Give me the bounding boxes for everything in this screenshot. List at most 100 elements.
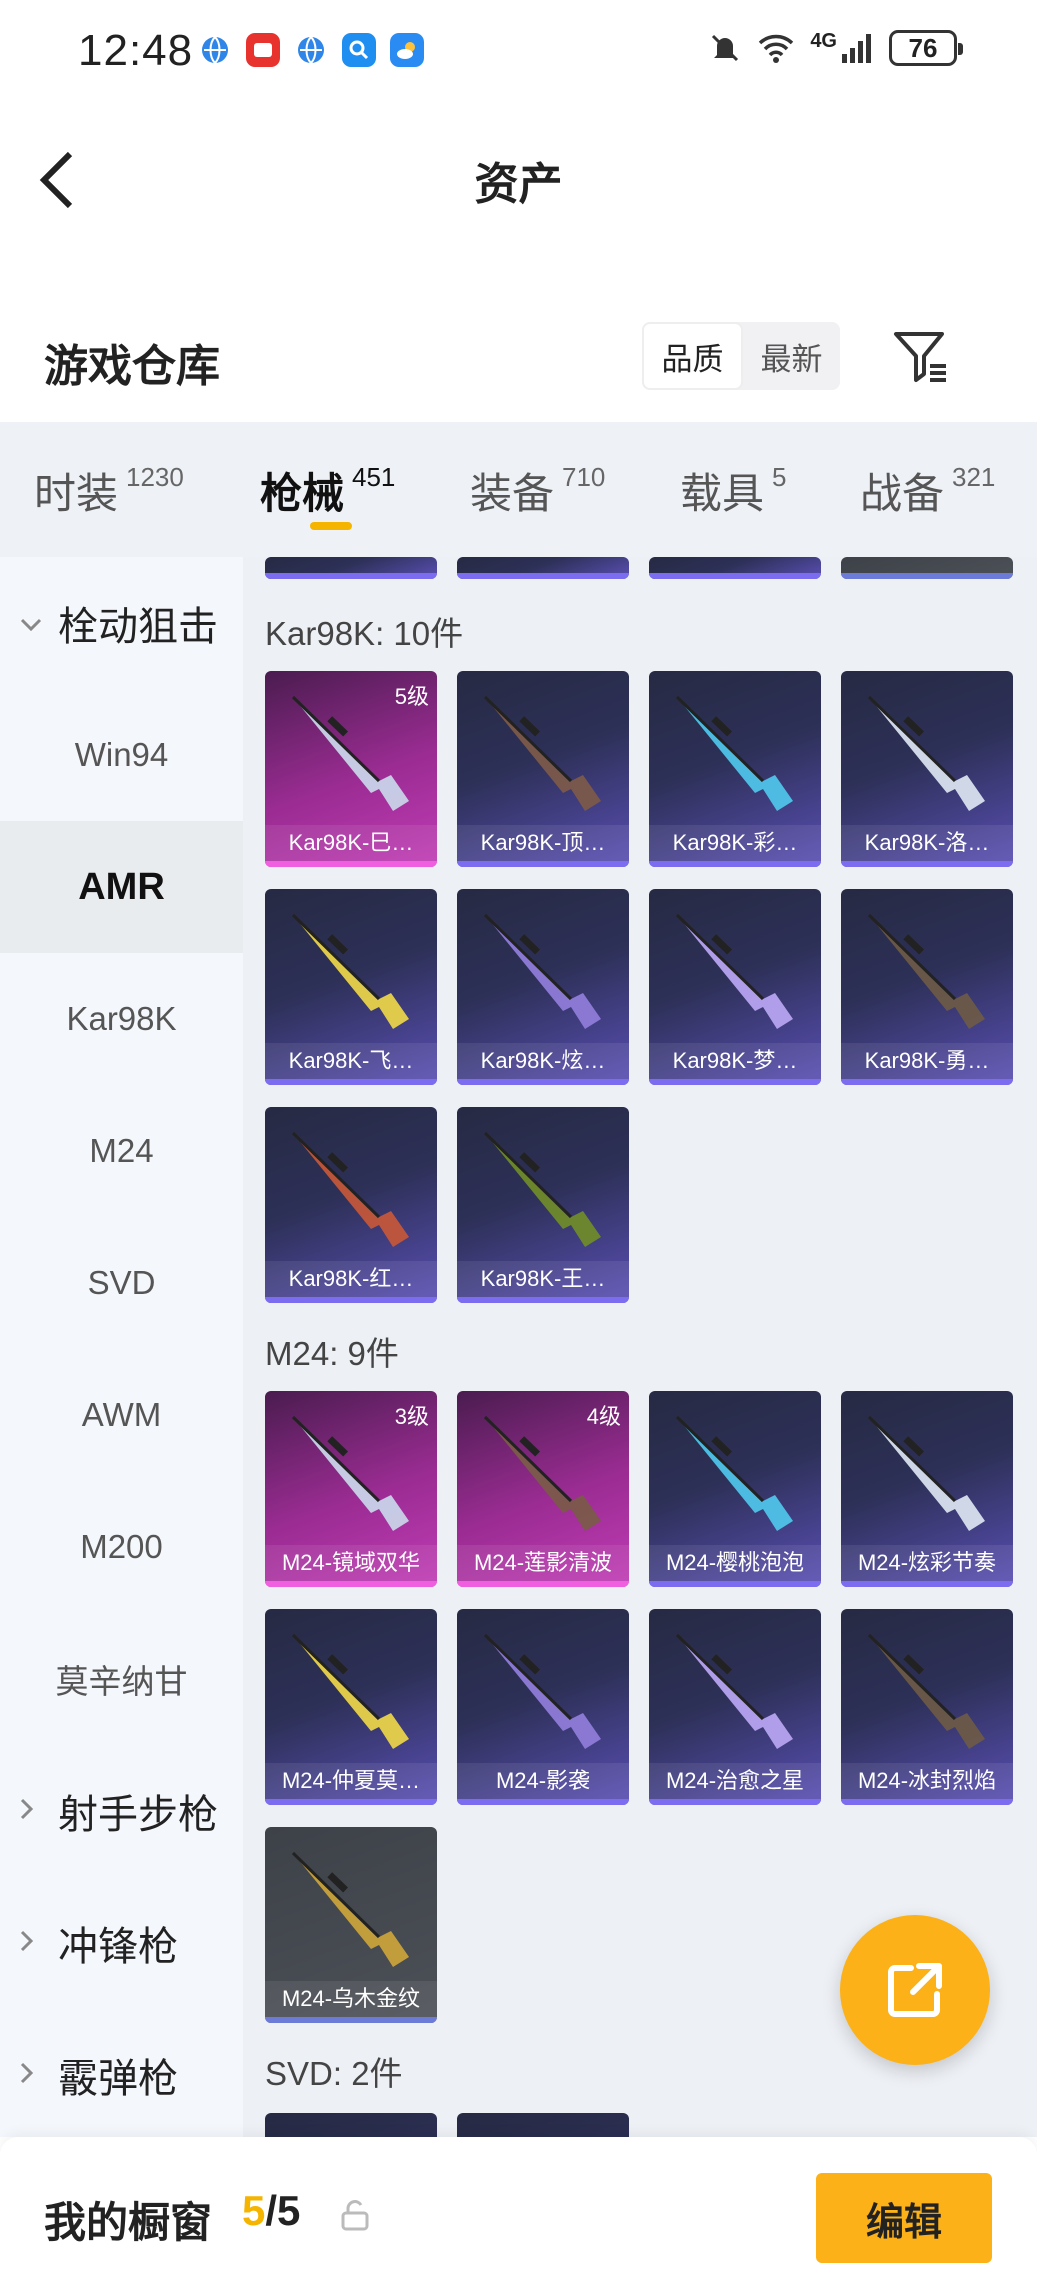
skin-card[interactable]: M24-樱桃泡泡	[649, 1391, 821, 1587]
skin-card[interactable]: Kar98K-勇…	[841, 889, 1013, 1085]
skin-card-partial[interactable]	[457, 2113, 629, 2137]
skin-card-partial[interactable]	[265, 557, 437, 579]
sidebar-group-shotgun[interactable]: 霰弹枪	[0, 2009, 243, 2141]
rarity-bar	[457, 1581, 629, 1587]
tab-vehicles[interactable]: 载具 5	[680, 460, 786, 521]
rarity-bar	[841, 573, 1013, 579]
sidebar-item-win94[interactable]: Win94	[0, 689, 243, 821]
tab-equipment[interactable]: 装备 710	[470, 460, 605, 521]
skin-name: M24-治愈之星	[649, 1763, 821, 1799]
mute-icon	[712, 34, 739, 62]
sidebar-group-bolt-action[interactable]: 栓动狙击	[0, 557, 243, 689]
rifle-icon	[867, 913, 985, 1029]
skin-name: Kar98K-勇…	[841, 1043, 1013, 1079]
sidebar-item-awm[interactable]: AWM	[0, 1349, 243, 1481]
skin-name: Kar98K-巳…	[265, 825, 437, 861]
skin-level-badge: 3级	[394, 1404, 429, 1429]
tab-label: 枪械	[260, 470, 345, 517]
sidebar-item-amr[interactable]: AMR	[0, 821, 243, 953]
tab-count: 5	[772, 462, 787, 492]
tab-count: 451	[352, 462, 396, 492]
sort-option-latest[interactable]: 最新	[743, 322, 840, 390]
chevron-right-icon	[20, 1926, 48, 1960]
skin-card[interactable]: 5级 Kar98K-巳…	[265, 671, 437, 867]
skin-card[interactable]: M24-影袭	[457, 1609, 629, 1805]
chevron-right-icon	[20, 1794, 48, 1828]
tab-fashion[interactable]: 时装 1230	[34, 460, 184, 521]
skin-level-badge: 4级	[586, 1404, 621, 1429]
rarity-bar	[457, 1799, 629, 1805]
section-title-svd: SVD: 2件	[265, 2055, 403, 2092]
skin-card-partial[interactable]	[841, 557, 1013, 579]
rifle-icon	[675, 1633, 793, 1749]
skin-card-partial[interactable]	[457, 557, 629, 579]
rarity-bar	[265, 1079, 437, 1085]
skin-name: M24-樱桃泡泡	[649, 1545, 821, 1581]
showcase-label: 我的橱窗	[44, 2199, 213, 2246]
rifle-icon	[483, 1633, 601, 1749]
chevron-down-icon	[20, 606, 48, 640]
skin-card[interactable]: M24-仲夏莫…	[265, 1609, 437, 1805]
skin-card[interactable]: M24-炫彩节奏	[841, 1391, 1013, 1587]
skin-card[interactable]: Kar98K-彩…	[649, 671, 821, 867]
skin-card[interactable]: Kar98K-红…	[265, 1107, 437, 1303]
skin-card[interactable]: 4级 M24-莲影清波	[457, 1391, 629, 1587]
rarity-bar	[265, 1799, 437, 1805]
sidebar-item-svd[interactable]: SVD	[0, 1217, 243, 1349]
filter-button[interactable]	[890, 326, 952, 388]
skin-name: M24-炫彩节奏	[841, 1545, 1013, 1581]
chevron-right-icon	[20, 2058, 48, 2092]
tab-label: 载具	[680, 470, 765, 517]
skin-card[interactable]: Kar98K-炫…	[457, 889, 629, 1085]
sidebar-item-mosin-nagant[interactable]: 莫辛纳甘	[0, 1613, 243, 1745]
sidebar-item-m200[interactable]: M200	[0, 1481, 243, 1613]
rifle-icon	[291, 913, 409, 1029]
tab-combat-supplies[interactable]: 战备 321	[860, 460, 995, 521]
rarity-bar	[649, 573, 821, 579]
share-button[interactable]	[840, 1915, 990, 2065]
rifle-icon	[291, 1633, 409, 1749]
signal-icon	[842, 34, 871, 63]
wifi-icon	[759, 34, 794, 63]
rifle-icon	[675, 1415, 793, 1531]
skin-name: Kar98K-红…	[265, 1261, 437, 1297]
status-bar: 12:48 4G 76	[0, 0, 1037, 100]
rarity-bar	[649, 1799, 821, 1805]
rarity-bar	[841, 1581, 1013, 1587]
skin-name: M24-乌木金纹	[265, 1981, 437, 2017]
sidebar-group-smg[interactable]: 冲锋枪	[0, 1877, 243, 2009]
sidebar-group-dmr[interactable]: 射手步枪	[0, 1745, 243, 1877]
tab-label: 战备	[860, 470, 945, 517]
browser-icon	[294, 33, 328, 67]
rarity-bar	[649, 1581, 821, 1587]
skin-card[interactable]: Kar98K-飞…	[265, 889, 437, 1085]
sidebar-group-label: 冲锋枪	[58, 1925, 178, 1969]
rifle-icon	[867, 1415, 985, 1531]
skin-card[interactable]: M24-治愈之星	[649, 1609, 821, 1805]
skin-card[interactable]: Kar98K-王…	[457, 1107, 629, 1303]
skin-card[interactable]: M24-乌木金纹	[265, 1827, 437, 2023]
skin-card-partial[interactable]	[265, 2113, 437, 2137]
tab-firearms[interactable]: 枪械 451	[260, 460, 395, 521]
skin-card[interactable]: Kar98K-梦…	[649, 889, 821, 1085]
sidebar-item-kar98k[interactable]: Kar98K	[0, 953, 243, 1085]
skin-name: M24-冰封烈焰	[841, 1763, 1013, 1799]
rarity-bar	[265, 1581, 437, 1587]
sidebar-group-label: 霰弹枪	[58, 2057, 178, 2101]
skin-card[interactable]: 3级 M24-镜域双华	[265, 1391, 437, 1587]
skin-card-partial[interactable]	[649, 557, 821, 579]
sort-option-quality[interactable]: 品质	[642, 322, 743, 390]
edit-button[interactable]: 编辑	[816, 2173, 992, 2263]
skin-card[interactable]: M24-冰封烈焰	[841, 1609, 1013, 1805]
sidebar-item-m24[interactable]: M24	[0, 1085, 243, 1217]
showcase-bar: 我的橱窗 5/5 编辑	[0, 2137, 1037, 2295]
tab-label: 时装	[34, 470, 119, 517]
tab-count: 710	[562, 462, 606, 492]
showcase-count-total: /5	[265, 2187, 301, 2234]
rarity-bar	[457, 1297, 629, 1303]
skin-card[interactable]: Kar98K-洛…	[841, 671, 1013, 867]
warehouse-bar: 游戏仓库 品质 最新	[0, 300, 1037, 420]
rarity-bar	[265, 573, 437, 579]
skin-card[interactable]: Kar98K-顶…	[457, 671, 629, 867]
section-title-m24: M24: 9件	[265, 1335, 399, 1372]
